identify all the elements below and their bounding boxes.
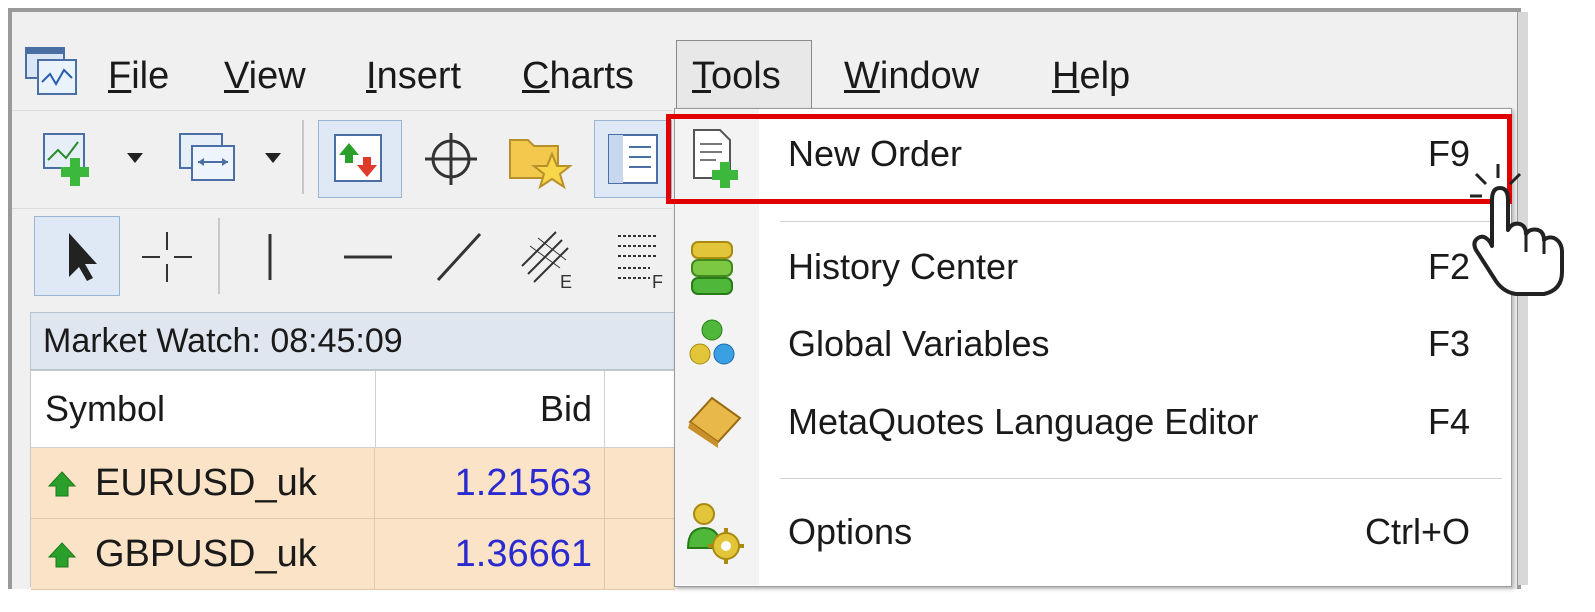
profiles-icon[interactable] xyxy=(176,128,246,190)
favorites-folder-icon[interactable] xyxy=(504,124,574,194)
menu-help[interactable]: Help xyxy=(1052,52,1130,100)
global-variables-shortcut: F3 xyxy=(1427,323,1470,364)
market-watch-title-bar: Market Watch: 08:45:09 xyxy=(30,312,676,370)
new-chart-icon[interactable] xyxy=(38,128,108,190)
column-header-ask[interactable] xyxy=(605,371,675,448)
menu-insert[interactable]: Insert xyxy=(366,52,461,100)
options-icon xyxy=(682,498,748,566)
vertical-line-icon[interactable] xyxy=(246,226,294,288)
toolbar-separator xyxy=(302,120,304,194)
history-center-icon xyxy=(686,236,746,298)
menu-tools[interactable]: Tools xyxy=(692,52,781,100)
new-order-highlight-box xyxy=(666,114,1512,204)
toolbar-separator xyxy=(218,218,220,294)
trendline-icon[interactable] xyxy=(430,226,488,288)
fibonacci-icon[interactable]: F xyxy=(612,222,672,292)
metaeditor-label: MetaQuotes Language Editor xyxy=(788,401,1259,442)
channel-sub-label: E xyxy=(560,272,572,292)
horizontal-line-icon[interactable] xyxy=(340,226,396,288)
global-variables-icon xyxy=(686,314,746,374)
column-header-bid[interactable]: Bid xyxy=(376,371,605,448)
menu-separator xyxy=(780,478,1502,479)
bid-cell: 1.36661 xyxy=(454,533,592,575)
menu-window[interactable]: Window xyxy=(844,52,979,100)
menu-view[interactable]: View xyxy=(224,52,306,100)
crosshair-line-icon[interactable] xyxy=(136,226,198,288)
equidistant-channel-icon[interactable]: E xyxy=(516,222,586,292)
metaeditor-shortcut: F4 xyxy=(1427,401,1470,442)
navigator-icon[interactable] xyxy=(594,120,672,198)
market-watch-title: Market Watch: 08:45:09 xyxy=(43,322,403,360)
symbol-cell: GBPUSD_uk xyxy=(95,533,317,575)
global-variables-label: Global Variables xyxy=(788,323,1050,364)
table-row[interactable]: EURUSD_uk 1.21563 xyxy=(31,448,675,519)
up-arrow-icon xyxy=(47,519,87,589)
bid-cell: 1.21563 xyxy=(454,462,592,504)
metatrader-app-icon[interactable] xyxy=(24,46,80,98)
dropdown-arrow-icon[interactable] xyxy=(124,150,146,166)
table-row[interactable]: GBPUSD_uk 1.36661 xyxy=(31,519,675,590)
menu-separator xyxy=(780,221,1502,222)
history-center-label: History Center xyxy=(788,246,1019,287)
options-label: Options xyxy=(788,511,913,552)
cursor-icon[interactable] xyxy=(34,216,120,296)
metaeditor-icon xyxy=(684,392,746,448)
symbol-cell: EURUSD_uk xyxy=(95,462,317,504)
crosshair-icon[interactable] xyxy=(420,128,482,190)
pointing-hand-cursor-icon xyxy=(1462,160,1574,300)
column-header-symbol[interactable]: Symbol xyxy=(31,371,376,448)
market-watch-icon[interactable] xyxy=(318,120,402,198)
up-arrow-icon xyxy=(47,448,87,518)
dropdown-arrow-icon[interactable] xyxy=(262,150,284,166)
options-shortcut: Ctrl+O xyxy=(1364,511,1470,552)
market-watch-table: Symbol Bid EURUSD_uk 1.21563 GBPUSD_uk 1… xyxy=(30,370,676,590)
menu-file[interactable]: File xyxy=(108,52,169,100)
fibo-sub-label: F xyxy=(652,272,663,292)
menu-charts[interactable]: Charts xyxy=(522,52,634,100)
